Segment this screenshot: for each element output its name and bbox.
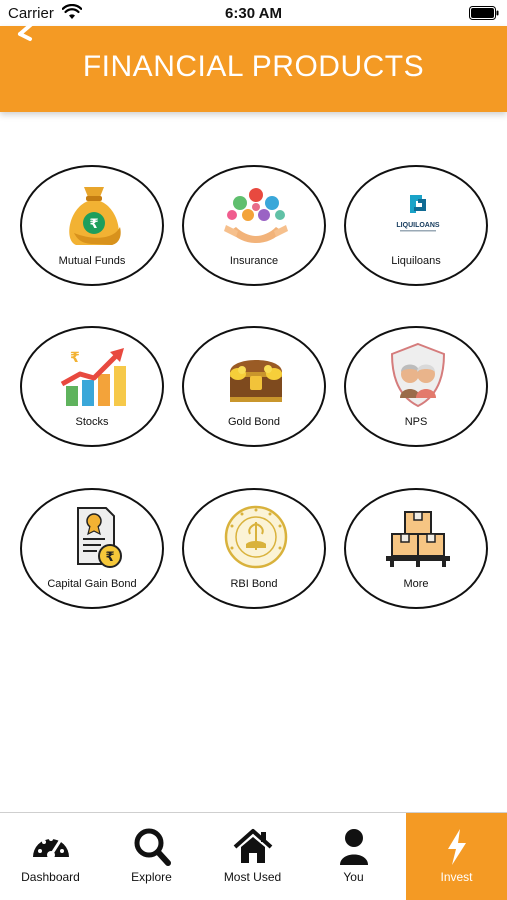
treasure-chest-icon	[230, 360, 282, 402]
home-icon	[233, 829, 273, 863]
svg-text:₹: ₹	[105, 550, 114, 565]
product-tile-more[interactable]: More	[344, 488, 488, 609]
product-tile-insurance[interactable]: Insurance	[182, 165, 326, 286]
insurance-icon	[224, 188, 288, 243]
product-label: RBI Bond	[230, 578, 278, 590]
product-tile-gold-bond[interactable]: Gold Bond	[182, 326, 326, 447]
page-header: FINANCIAL PRODUCTS	[0, 20, 507, 112]
page-title: FINANCIAL PRODUCTS	[82, 50, 425, 83]
svg-text:₹: ₹	[70, 350, 80, 366]
tab-invest[interactable]: Invest	[406, 813, 507, 900]
product-label: Capital Gain Bond	[47, 578, 137, 590]
boxes-icon	[386, 511, 450, 567]
product-label: Stocks	[75, 416, 109, 428]
search-icon	[134, 828, 171, 866]
product-tile-nps[interactable]: NPS	[344, 326, 488, 447]
bond-certificate-icon: ₹	[77, 507, 122, 568]
liquiloans-logo: LIQUILOANS	[396, 195, 440, 232]
product-label: Gold Bond	[228, 416, 280, 428]
tab-most-used[interactable]: Most Used	[202, 813, 303, 900]
tab-label: Explore	[131, 870, 172, 884]
tab-label: Invest	[440, 870, 473, 884]
tab-label: You	[343, 870, 364, 884]
tab-label: Dashboard	[21, 870, 80, 884]
tab-dashboard[interactable]: Dashboard	[0, 813, 101, 900]
svg-text:₹: ₹	[89, 217, 98, 232]
product-label: Mutual Funds	[58, 255, 126, 267]
bottom-tab-bar: Dashboard Explore Most Used You Invest	[0, 812, 507, 900]
tab-you[interactable]: You	[303, 813, 404, 900]
speedometer-icon	[33, 837, 69, 859]
tab-explore[interactable]: Explore	[101, 813, 202, 900]
user-icon	[340, 829, 368, 865]
product-tile-rbi-bond[interactable]: RBI Bond	[182, 488, 326, 609]
liquiloans-logo-text: LIQUILOANS	[396, 222, 439, 229]
product-label: NPS	[404, 416, 428, 428]
tab-label: Most Used	[223, 870, 282, 884]
product-label: Liquiloans	[391, 255, 441, 267]
status-time: 6:30 AM	[225, 5, 282, 22]
back-arrow-icon[interactable]	[6, 20, 46, 42]
battery-icon	[469, 6, 499, 20]
pension-shield-icon	[390, 342, 446, 408]
money-bag-icon: ₹	[69, 187, 121, 245]
rbi-seal-icon	[224, 505, 288, 569]
product-tile-capital-gain-bond[interactable]: ₹ Capital Gain Bond	[20, 488, 164, 609]
lightning-icon	[448, 829, 466, 865]
product-tile-stocks[interactable]: ₹ Stocks	[20, 326, 164, 447]
product-label: Insurance	[229, 255, 279, 267]
stocks-chart-icon: ₹	[60, 348, 126, 406]
product-label: More	[403, 578, 429, 590]
status-bar: Carrier 6:30 AM	[0, 0, 507, 26]
product-tile-mutual-funds[interactable]: ₹ Mutual Funds	[20, 165, 164, 286]
product-tile-liquiloans[interactable]: LIQUILOANS Liquiloans	[344, 165, 488, 286]
